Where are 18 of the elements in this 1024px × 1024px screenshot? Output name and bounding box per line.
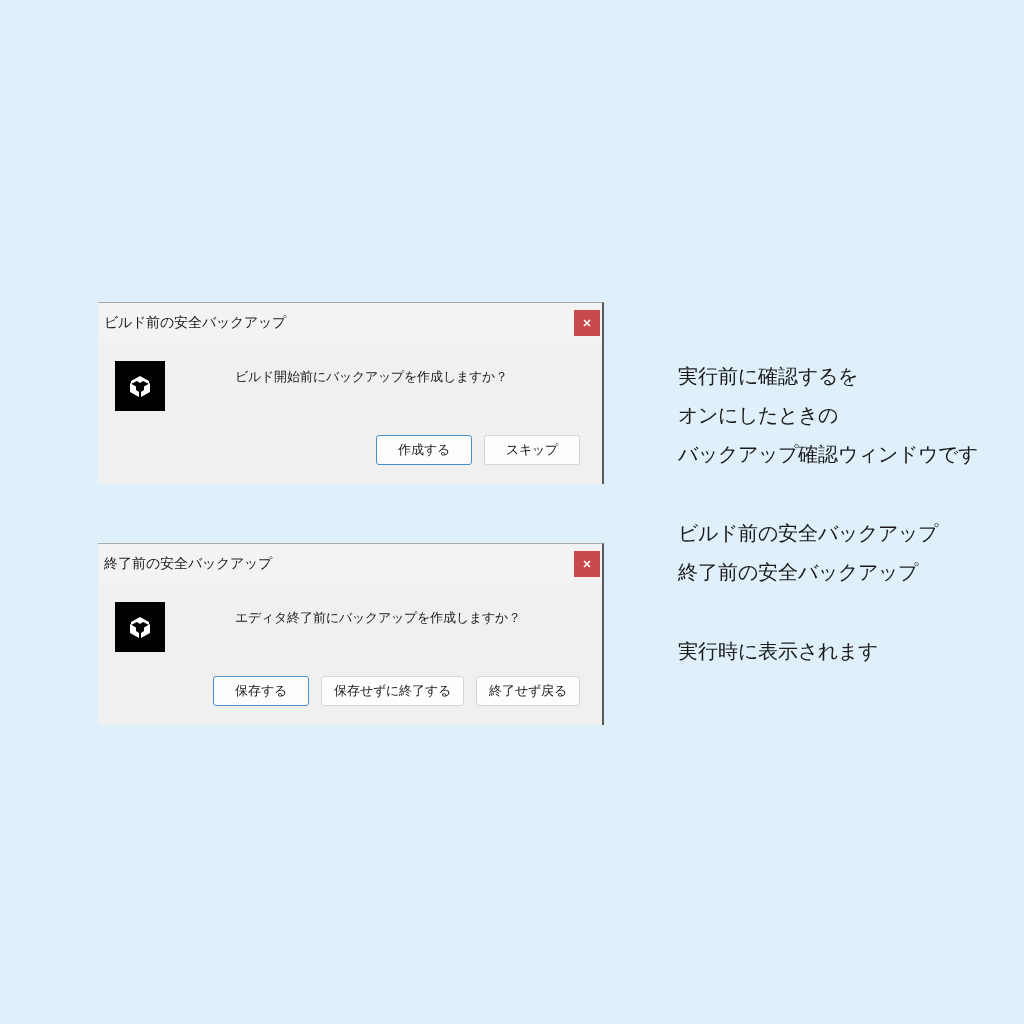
close-icon: [583, 319, 591, 327]
cube-logo-icon: [115, 602, 165, 652]
dialog-message: エディタ終了前にバックアップを作成しますか？: [235, 609, 521, 627]
dialog-button[interactable]: 保存する: [213, 676, 309, 706]
close-button[interactable]: [574, 551, 600, 577]
description-text: ビルド前の安全バックアップ 終了前の安全バックアップ: [678, 520, 940, 586]
dialog-message: ビルド開始前にバックアップを作成しますか？: [235, 368, 508, 386]
cube-logo-icon: [115, 361, 165, 411]
dialog-button[interactable]: スキップ: [484, 435, 580, 465]
close-icon: [583, 560, 591, 568]
close-button[interactable]: [574, 310, 600, 336]
window-title: ビルド前の安全バックアップ: [104, 314, 286, 332]
dialog-button[interactable]: 保存せずに終了する: [321, 676, 464, 706]
window-title: 終了前の安全バックアップ: [104, 555, 272, 573]
description-text: 実行時に表示されます: [678, 638, 879, 665]
dialog-button[interactable]: 作成する: [376, 435, 472, 465]
dialog-button[interactable]: 終了せず戻る: [476, 676, 580, 706]
description-text: 実行前に確認するを オンにしたときの バックアップ確認ウィンドウです: [678, 363, 978, 468]
